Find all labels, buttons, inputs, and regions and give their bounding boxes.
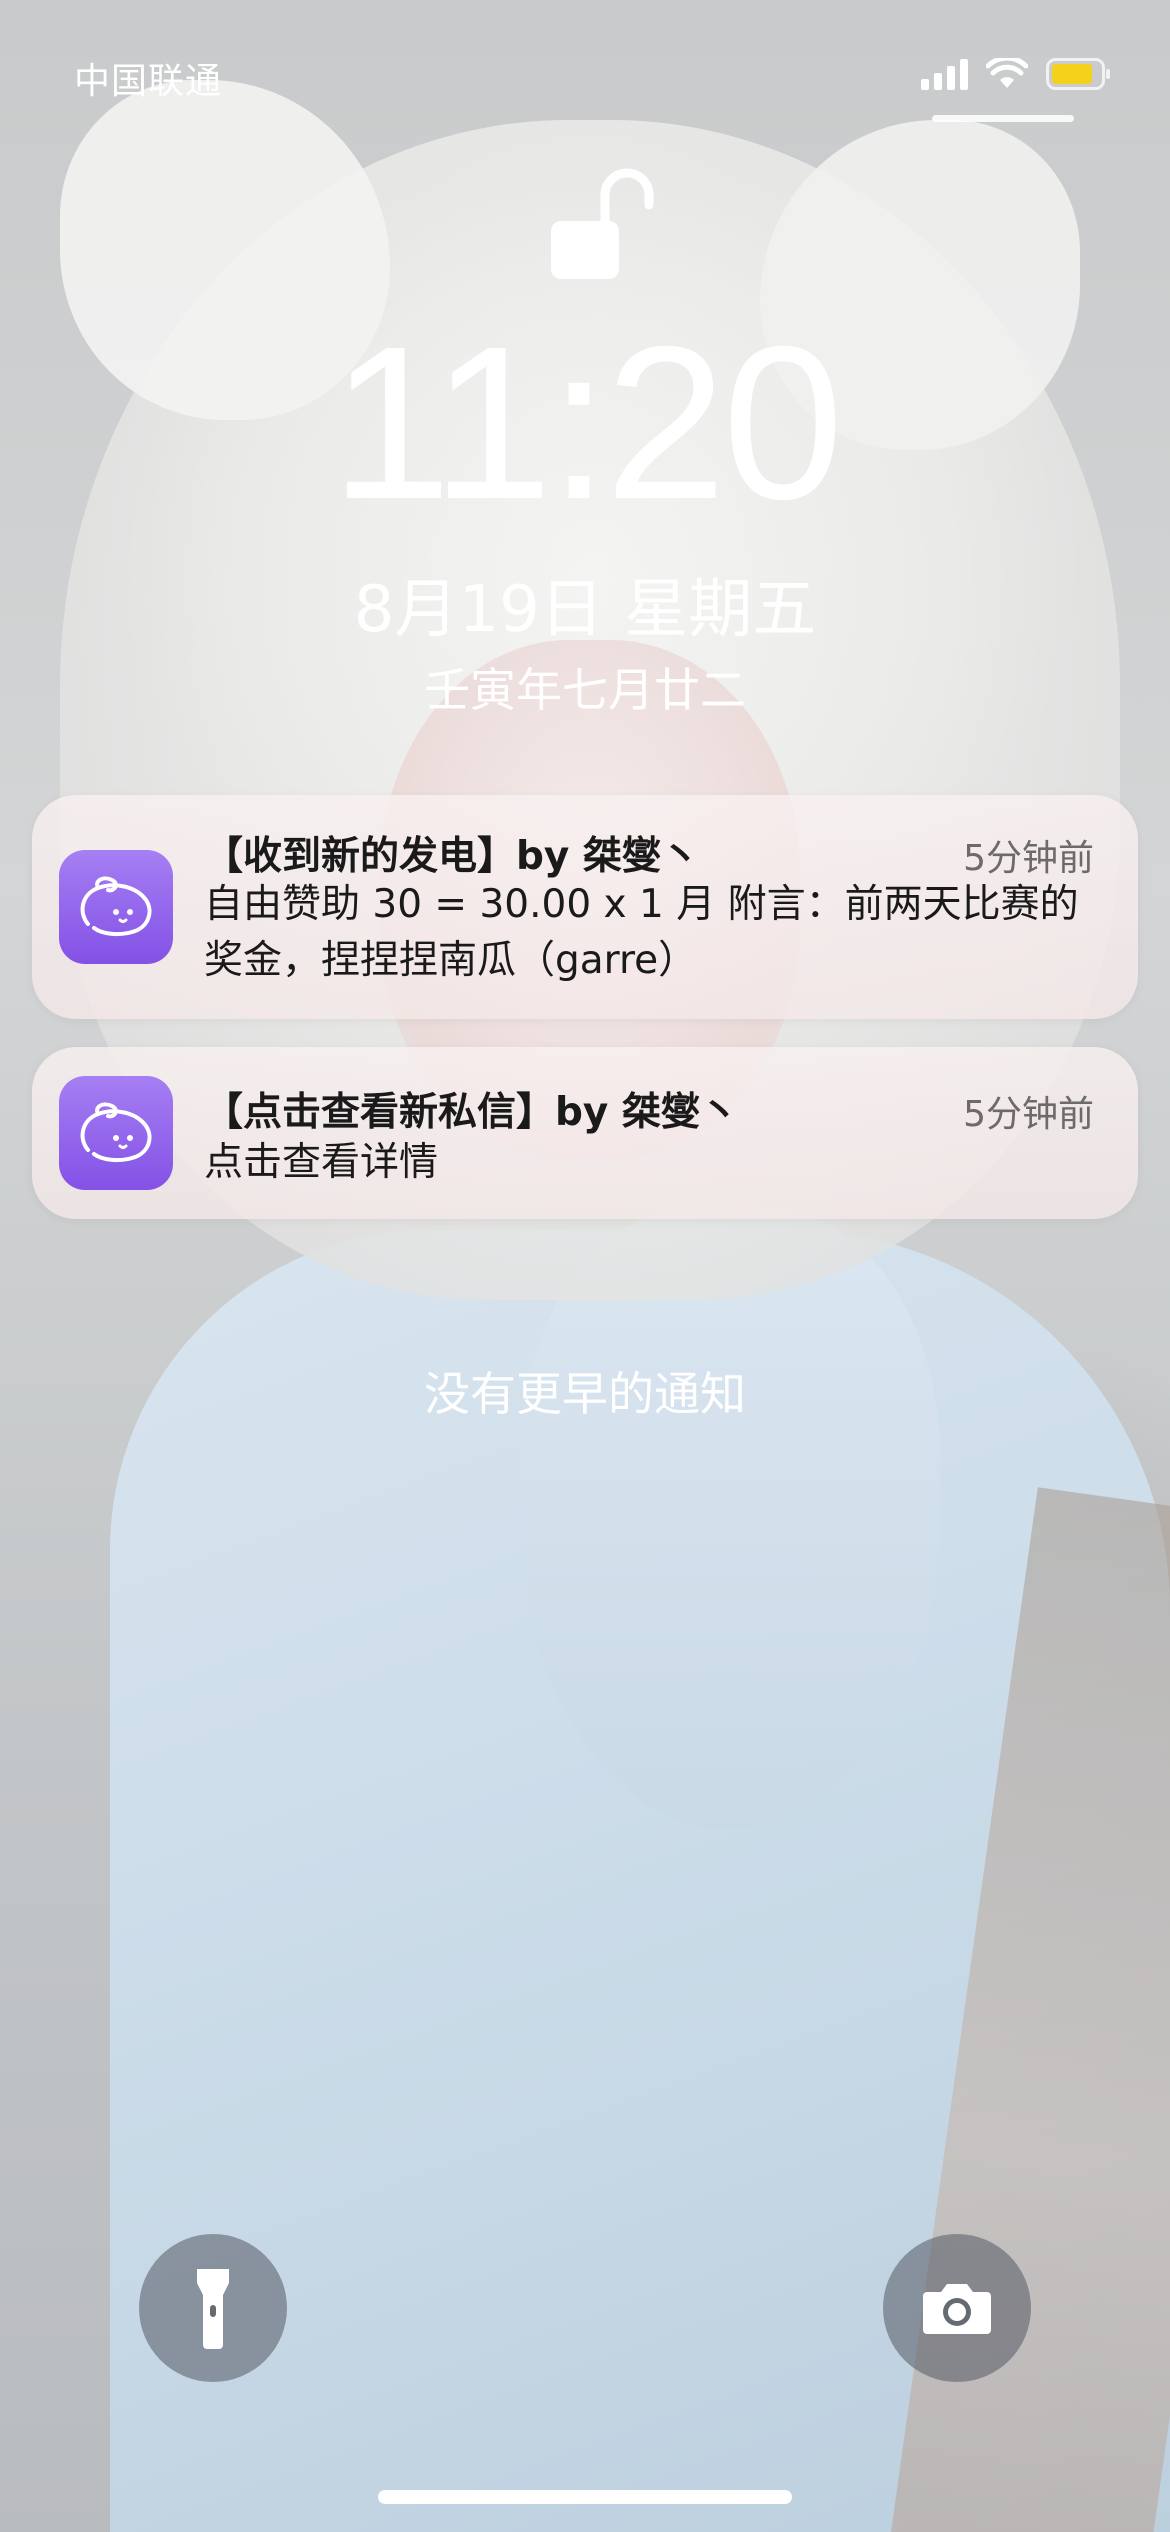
cellular-signal-icon — [921, 58, 968, 90]
clock-time: 11:20 — [330, 302, 843, 545]
notification-time: 5分钟前 — [963, 838, 1094, 879]
flashlight-button[interactable] — [139, 2234, 287, 2382]
wallpaper-collar — [520, 1210, 940, 1830]
afdian-app-icon — [59, 850, 173, 964]
wifi-icon — [986, 58, 1028, 90]
home-indicator[interactable] — [378, 2490, 792, 2504]
notification-card[interactable]: 【收到新的发电】by 桀燮丶 5分钟前 自由赞助 30 = 30.00 x 1 … — [32, 795, 1138, 1019]
status-icons — [921, 52, 1112, 96]
no-earlier-notifications-label: 没有更早的通知 — [424, 1367, 746, 1421]
notification-title: 【点击查看新私信】by 桀燮丶 — [204, 1090, 739, 1135]
notification-title: 【收到新的发电】by 桀燮丶 — [204, 834, 700, 879]
camera-icon — [923, 2284, 991, 2334]
notification-body: 点击查看详情 — [204, 1140, 439, 1185]
lock-screen: 中国联通 11:20 8月19日 星期五 壬寅年七月廿二 【收到新的发电】by … — [0, 0, 1170, 2532]
notification-body: 自由赞助 30 = 30.00 x 1 月 附言：前两天比赛的奖金，捏捏捏南瓜（… — [204, 882, 1079, 983]
lunar-date-label: 壬寅年七月廿二 — [424, 663, 746, 717]
flashlight-icon — [197, 2269, 229, 2349]
battery-icon — [1046, 58, 1112, 90]
control-center-hint[interactable] — [932, 115, 1074, 122]
afdian-app-icon — [59, 1076, 173, 1190]
lock-open-icon — [545, 165, 655, 289]
carrier-name: 中国联通 — [74, 60, 223, 101]
camera-button[interactable] — [883, 2234, 1031, 2382]
notification-card[interactable]: 【点击查看新私信】by 桀燮丶 5分钟前 点击查看详情 — [32, 1047, 1138, 1219]
date-label: 8月19日 星期五 — [353, 573, 817, 647]
notification-time: 5分钟前 — [963, 1094, 1094, 1135]
